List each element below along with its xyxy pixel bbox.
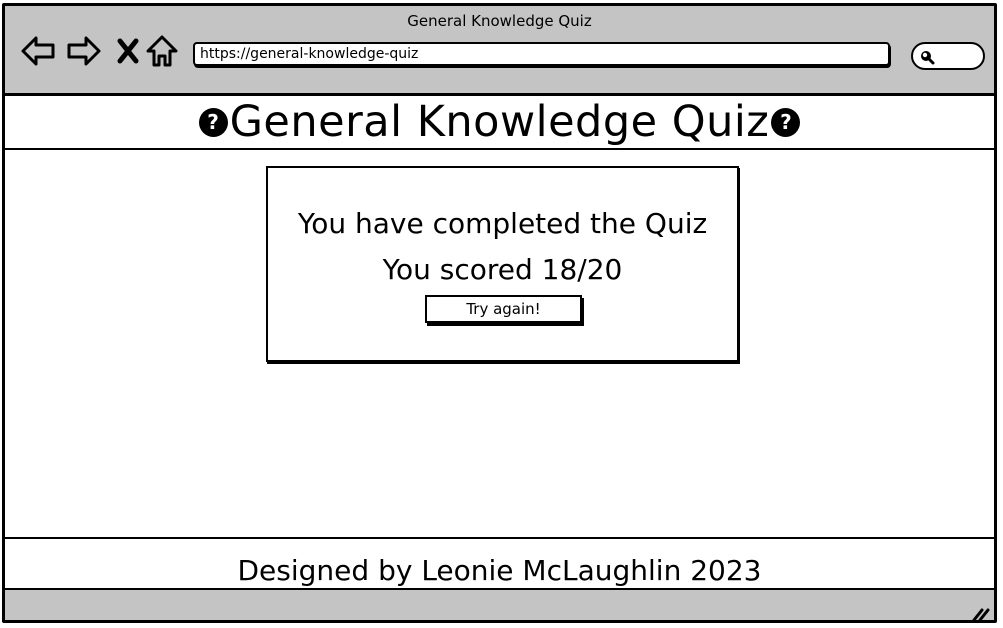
- question-circle-icon: ?: [198, 107, 228, 137]
- status-bar: [5, 590, 994, 622]
- browser-window: General Knowledge Quiz https://general-k…: [2, 3, 997, 623]
- page-title: General Knowledge Quiz: [229, 97, 770, 147]
- home-icon[interactable]: [143, 32, 181, 70]
- try-again-button[interactable]: Try again!: [425, 295, 582, 323]
- question-circle-icon: ?: [771, 107, 801, 137]
- window-title: General Knowledge Quiz: [407, 12, 592, 30]
- search-button[interactable]: [911, 42, 985, 70]
- close-icon[interactable]: [109, 32, 147, 70]
- browser-chrome: General Knowledge Quiz https://general-k…: [5, 6, 994, 96]
- footer-credit: Designed by Leonie McLaughlin 2023: [237, 554, 762, 587]
- search-icon: [921, 51, 935, 65]
- resize-grip-icon[interactable]: [972, 606, 990, 622]
- forward-arrow-icon[interactable]: [65, 32, 103, 70]
- url-input[interactable]: https://general-knowledge-quiz: [193, 42, 890, 66]
- page-header: ? General Knowledge Quiz ?: [5, 96, 994, 150]
- page-footer: Designed by Leonie McLaughlin 2023: [5, 537, 994, 590]
- score-text: You scored 18/20: [382, 253, 623, 286]
- back-arrow-icon[interactable]: [19, 32, 57, 70]
- result-panel: You have completed the Quiz You scored 1…: [266, 166, 739, 362]
- completed-message: You have completed the Quiz: [297, 207, 708, 240]
